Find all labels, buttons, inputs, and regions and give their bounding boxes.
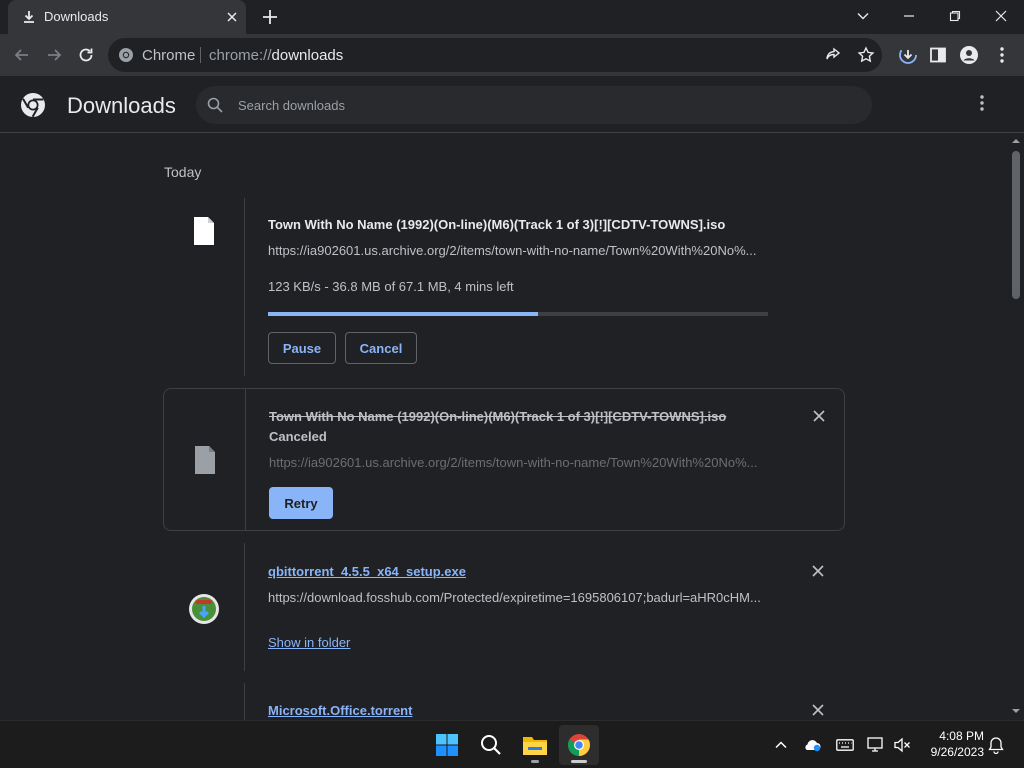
taskbar-search-icon[interactable] <box>471 725 511 765</box>
omnibox-site-chip: Chrome <box>142 47 196 64</box>
file-icon <box>193 445 217 475</box>
title-bar: Downloads <box>0 0 1024 34</box>
onedrive-cloud-icon[interactable] <box>803 736 821 754</box>
file-url: https://download.fosshub.com/Protected/e… <box>268 590 761 605</box>
file-url: https://ia902601.us.archive.org/2/items/… <box>269 455 758 470</box>
clock-date: 9/26/2023 <box>930 745 984 759</box>
file-name: Town With No Name (1992)(On-line)(M6)(Tr… <box>269 409 727 424</box>
profile-avatar-icon[interactable] <box>958 44 980 66</box>
url-host: downloads <box>271 47 344 64</box>
download-item: qbittorrent_4.5.5_x64_setup.exe https://… <box>163 543 845 671</box>
downloads-toolbar-icon[interactable] <box>897 44 919 66</box>
remove-item-close-icon[interactable] <box>812 409 826 423</box>
notification-bell-icon[interactable] <box>987 736 1005 754</box>
pause-button[interactable]: Pause <box>268 332 336 364</box>
item-divider <box>245 389 246 530</box>
download-item: Microsoft.Office.torrent <box>163 683 845 720</box>
chrome-logo-icon <box>118 47 134 63</box>
file-explorer-icon[interactable] <box>515 725 555 765</box>
scrollbar[interactable] <box>1008 133 1024 720</box>
new-tab-icon[interactable] <box>261 8 279 26</box>
running-indicator <box>531 760 539 763</box>
side-panel-icon[interactable] <box>927 44 949 66</box>
item-divider <box>244 543 245 671</box>
scroll-down-arrow-icon[interactable] <box>1012 707 1020 715</box>
chrome-menu-icon[interactable] <box>991 44 1013 66</box>
close-window-icon[interactable] <box>978 0 1024 32</box>
browser-toolbar: Chrome chrome://downloads <box>0 34 1024 76</box>
download-item: Town With No Name (1992)(On-line)(M6)(Tr… <box>163 388 845 531</box>
download-icon <box>22 10 36 24</box>
system-clock[interactable]: 4:08 PM 9/26/2023 <box>922 728 984 760</box>
remove-item-close-icon[interactable] <box>811 564 825 578</box>
file-name-link[interactable]: qbittorrent_4.5.5_x64_setup.exe <box>268 564 466 579</box>
back-arrow-icon[interactable] <box>11 44 33 66</box>
show-in-folder-link[interactable]: Show in folder <box>268 635 350 650</box>
tab-search-chevron-icon[interactable] <box>840 0 886 32</box>
share-icon[interactable] <box>822 44 844 66</box>
address-bar[interactable]: Chrome chrome://downloads <box>108 38 882 72</box>
show-hidden-icons-chevron-icon[interactable] <box>772 736 790 754</box>
minimize-icon[interactable] <box>886 0 932 32</box>
item-divider <box>244 198 245 376</box>
chrome-logo-icon <box>20 92 46 118</box>
progress-bar <box>268 312 768 316</box>
volume-muted-icon[interactable] <box>893 736 911 754</box>
clock-time: 4:08 PM <box>939 729 984 743</box>
file-icon <box>192 216 216 246</box>
more-actions-icon[interactable] <box>980 95 984 111</box>
bookmark-star-icon[interactable] <box>855 44 877 66</box>
search-icon <box>206 96 224 114</box>
scrollbar-thumb[interactable] <box>1012 151 1020 299</box>
close-tab-icon[interactable] <box>225 10 239 24</box>
installer-app-icon <box>188 593 220 625</box>
tab-downloads[interactable]: Downloads <box>8 0 246 34</box>
file-name: Town With No Name (1992)(On-line)(M6)(Tr… <box>268 217 726 232</box>
retry-button[interactable]: Retry <box>269 487 333 519</box>
section-header-today: Today <box>164 164 202 180</box>
restore-icon[interactable] <box>932 0 978 32</box>
taskbar: 4:08 PM 9/26/2023 <box>0 720 1024 768</box>
item-divider <box>244 683 245 720</box>
download-status: Canceled <box>269 429 327 444</box>
keyboard-icon[interactable] <box>836 736 854 754</box>
windows-start-icon[interactable] <box>427 725 467 765</box>
active-indicator <box>571 760 587 763</box>
omnibox-separator <box>200 47 201 63</box>
download-status: 123 KB/s - 36.8 MB of 67.1 MB, 4 mins le… <box>268 279 514 294</box>
search-box[interactable] <box>196 86 872 124</box>
reload-icon[interactable] <box>75 44 97 66</box>
scroll-up-arrow-icon[interactable] <box>1012 137 1020 145</box>
remove-item-close-icon[interactable] <box>811 703 825 717</box>
file-name-link[interactable]: Microsoft.Office.torrent <box>268 703 412 718</box>
chrome-taskbar-icon[interactable] <box>559 725 599 765</box>
forward-arrow-icon[interactable] <box>43 44 65 66</box>
downloads-list: Today Town With No Name (1992)(On-line)(… <box>0 133 1008 720</box>
download-item: Town With No Name (1992)(On-line)(M6)(Tr… <box>163 198 845 376</box>
tab-title: Downloads <box>44 9 109 24</box>
downloads-header: Downloads <box>0 76 1024 133</box>
search-input[interactable] <box>238 86 838 124</box>
file-url: https://ia902601.us.archive.org/2/items/… <box>268 243 757 258</box>
progress-bar-fill <box>268 312 538 316</box>
page-title: Downloads <box>67 93 176 118</box>
url-scheme: chrome:// <box>209 47 272 64</box>
cancel-button[interactable]: Cancel <box>345 332 417 364</box>
url-text[interactable]: chrome://downloads <box>209 47 343 64</box>
network-monitor-icon[interactable] <box>867 736 885 754</box>
